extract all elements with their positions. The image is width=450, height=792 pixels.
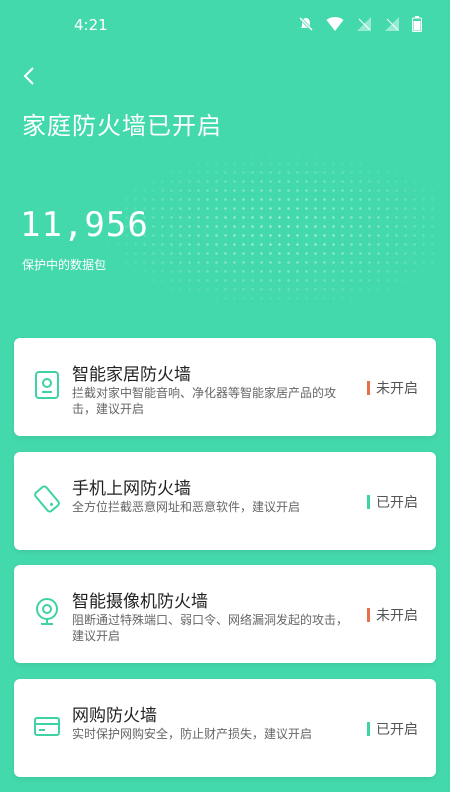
battery-icon [412,16,422,32]
packet-counter: 11,956 [20,205,149,245]
status-time: 4:21 [74,16,108,34]
status-badge: 未开启 [367,378,418,398]
status-bar: 4:21 [0,0,450,50]
card-online-shopping-firewall[interactable]: 网购防火墙 实时保护网购安全，防止财产损失，建议开启 已开启 [14,679,436,777]
page-title: 家庭防火墙已开启 [22,112,222,140]
card-description: 拦截对家中智能音响、净化器等智能家居产品的攻击，建议开启 [72,386,337,416]
status-text: 未开启 [376,381,418,397]
mute-icon [298,16,314,32]
status-off-marker [367,608,370,622]
camera-icon [36,598,58,625]
status-badge: 未开启 [367,605,418,625]
phone-icon [34,485,60,513]
status-icons [298,16,422,32]
status-badge: 已开启 [367,492,418,512]
status-on-marker [367,495,370,509]
status-text: 已开启 [376,495,418,511]
signal-icon [357,17,371,31]
status-text: 未开启 [376,608,418,624]
card-mobile-internet-firewall[interactable]: 手机上网防火墙 全方位拦截恶意网址和恶意软件，建议开启 已开启 [14,452,436,550]
back-button[interactable] [18,64,42,88]
packet-counter-label: 保护中的数据包 [22,258,107,272]
card-title: 手机上网防火墙 [72,479,191,499]
status-text: 已开启 [376,722,418,738]
card-smart-camera-firewall[interactable]: 智能摄像机防火墙 阻断通过特殊端口、弱口令、网络漏洞发起的攻击，建议开启 未开启 [14,565,436,663]
status-on-marker [367,722,370,736]
card-description: 全方位拦截恶意网址和恶意软件，建议开启 [72,500,301,514]
card-title: 智能摄像机防火墙 [72,592,208,612]
wallet-icon [34,717,60,736]
wifi-icon [326,17,344,31]
card-title: 网购防火墙 [72,706,157,726]
card-description: 阻断通过特殊端口、弱口令、网络漏洞发起的攻击，建议开启 [72,613,349,643]
card-title: 智能家居防火墙 [72,365,191,385]
status-off-marker [367,381,370,395]
card-smart-home-firewall[interactable]: 智能家居防火墙 拦截对家中智能音响、净化器等智能家居产品的攻击，建议开启 未开启 [14,338,436,436]
card-description: 实时保护网购安全，防止财产损失，建议开启 [72,727,313,741]
signal-icon-2 [385,17,399,31]
status-badge: 已开启 [367,719,418,739]
smart-speaker-icon [35,371,59,399]
